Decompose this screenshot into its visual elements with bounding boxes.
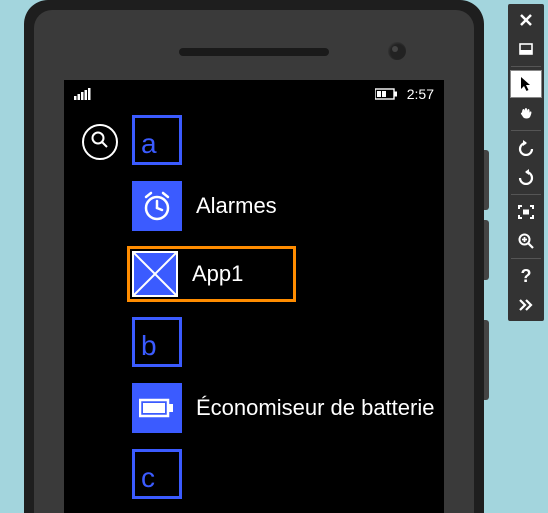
rotate-right-button[interactable] xyxy=(511,164,541,190)
app-label: Économiseur de batterie xyxy=(196,395,434,421)
chevron-right-double-icon xyxy=(518,299,534,311)
letter-header-c[interactable]: c xyxy=(132,448,444,500)
phone-side-buttons xyxy=(484,150,489,410)
letter-tile: a xyxy=(132,115,182,165)
phone-camera xyxy=(388,42,406,60)
zoom-icon xyxy=(518,233,534,249)
phone-bezel: 2:57 a xyxy=(34,10,474,513)
letter-tile: b xyxy=(132,317,182,367)
zoom-button[interactable] xyxy=(511,228,541,254)
close-button[interactable] xyxy=(511,7,541,33)
status-time: 2:57 xyxy=(407,86,434,102)
alarm-icon xyxy=(132,181,182,231)
emulator-toolbar: ? xyxy=(508,4,544,321)
placeholder-icon xyxy=(132,251,178,297)
phone-frame: 2:57 a xyxy=(24,0,484,513)
fit-screen-button[interactable] xyxy=(511,199,541,225)
cursor-icon xyxy=(519,76,533,92)
fit-screen-icon xyxy=(518,205,534,219)
help-icon: ? xyxy=(521,266,532,287)
app-list[interactable]: a Alarmes xyxy=(64,104,444,500)
app-item-battery-saver[interactable]: Économiseur de batterie xyxy=(132,382,444,434)
phone-speaker xyxy=(179,48,329,56)
hand-icon xyxy=(518,105,534,121)
search-icon xyxy=(91,131,109,154)
rotate-left-button[interactable] xyxy=(511,135,541,161)
rotate-left-icon xyxy=(517,140,535,156)
app-label: App1 xyxy=(192,261,243,287)
minimize-icon xyxy=(519,43,533,55)
minimize-button[interactable] xyxy=(511,36,541,62)
search-button[interactable] xyxy=(82,124,118,160)
rotate-right-icon xyxy=(517,169,535,185)
app-item-app1[interactable]: App1 xyxy=(127,246,296,302)
letter-header-b[interactable]: b xyxy=(132,316,444,368)
signal-icon xyxy=(74,88,92,100)
letter-tile: c xyxy=(132,449,182,499)
letter-header-a[interactable]: a xyxy=(132,114,444,166)
expand-button[interactable] xyxy=(511,292,541,318)
status-bar: 2:57 xyxy=(64,80,444,104)
app-label: Alarmes xyxy=(196,193,277,219)
phone-screen: 2:57 a xyxy=(64,80,444,513)
battery-icon xyxy=(375,88,399,100)
touch-tool[interactable] xyxy=(511,100,541,126)
app-item-alarmes[interactable]: Alarmes xyxy=(132,180,444,232)
battery-saver-icon xyxy=(132,383,182,433)
pointer-tool[interactable] xyxy=(511,71,541,97)
help-button[interactable]: ? xyxy=(511,263,541,289)
close-icon xyxy=(519,13,533,27)
